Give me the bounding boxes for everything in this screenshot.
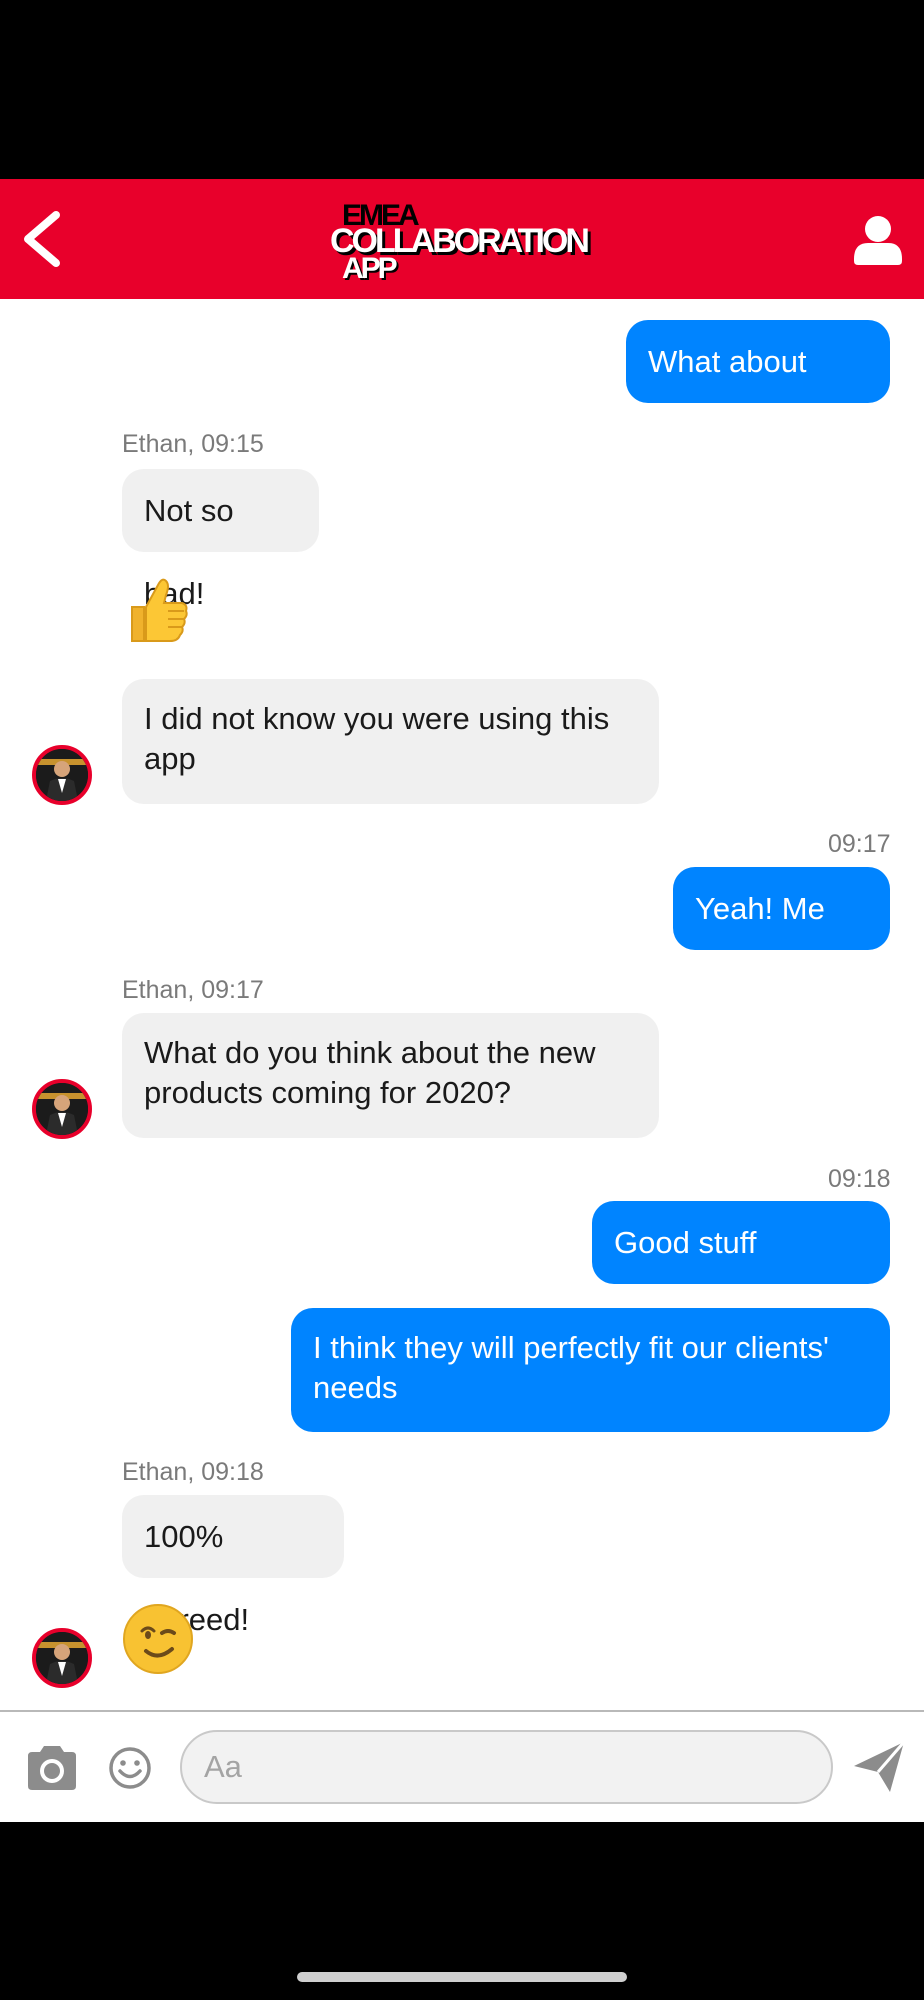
winking-face-emoji[interactable]: [122, 1603, 194, 1675]
message-bubble-outgoing[interactable]: I think they will perfectly fit our clie…: [291, 1308, 890, 1432]
message-bubble-outgoing[interactable]: What about you?: [626, 320, 890, 462]
profile-button[interactable]: [846, 207, 906, 271]
smiley-icon[interactable]: [108, 1746, 152, 1790]
message-meta: Ethan, 09:15: [122, 430, 264, 458]
back-button[interactable]: [18, 207, 78, 271]
message-meta: 09:17: [828, 830, 891, 858]
app-header: EMEA COLLABORATION APP: [0, 179, 924, 299]
message-meta: 09:18: [828, 1165, 891, 1193]
camera-icon[interactable]: [24, 1744, 80, 1792]
message-text-line: What do you think about the new: [144, 1035, 596, 1070]
chat-screen: EMEA COLLABORATION APP What about you? E…: [0, 0, 924, 2000]
message-bubble-incoming[interactable]: 100% agreed!: [122, 1495, 344, 1637]
message-bubble-incoming[interactable]: I did not know you were using this app: [122, 679, 659, 804]
message-composer: [0, 1710, 924, 1822]
send-icon[interactable]: [852, 1740, 906, 1794]
message-bubble-outgoing[interactable]: Good stuff coming!: [592, 1201, 890, 1343]
message-text-line: products coming for 2020?: [144, 1075, 512, 1110]
message-bubble-incoming[interactable]: Not so bad!: [122, 469, 319, 611]
logo-line-3: APP: [342, 252, 398, 285]
message-text-line: needs: [313, 1370, 398, 1405]
avatar[interactable]: [32, 745, 92, 805]
message-text-line: I did not know you were using this: [144, 701, 610, 736]
message-meta: Ethan, 09:17: [122, 976, 264, 1004]
message-meta: Ethan, 09:18: [122, 1458, 264, 1486]
message-text-line: I think they will perfectly fit our clie…: [313, 1330, 829, 1365]
avatar[interactable]: [32, 1628, 92, 1688]
user-icon: [854, 216, 902, 265]
chevron-left-icon: [24, 211, 60, 267]
message-list[interactable]: What about you? Ethan, 09:15 Not so bad!…: [0, 299, 924, 1710]
message-text-line: app: [144, 741, 196, 776]
avatar[interactable]: [32, 1079, 92, 1139]
app-logo: EMEA COLLABORATION APP: [326, 201, 606, 284]
home-indicator[interactable]: [297, 1972, 627, 1982]
message-bubble-outgoing[interactable]: Yeah! Me too: [673, 867, 890, 1009]
message-bubble-incoming[interactable]: What do you think about the new products…: [122, 1013, 659, 1138]
thumbs-up-emoji[interactable]: [124, 575, 190, 645]
message-input[interactable]: [180, 1730, 833, 1804]
